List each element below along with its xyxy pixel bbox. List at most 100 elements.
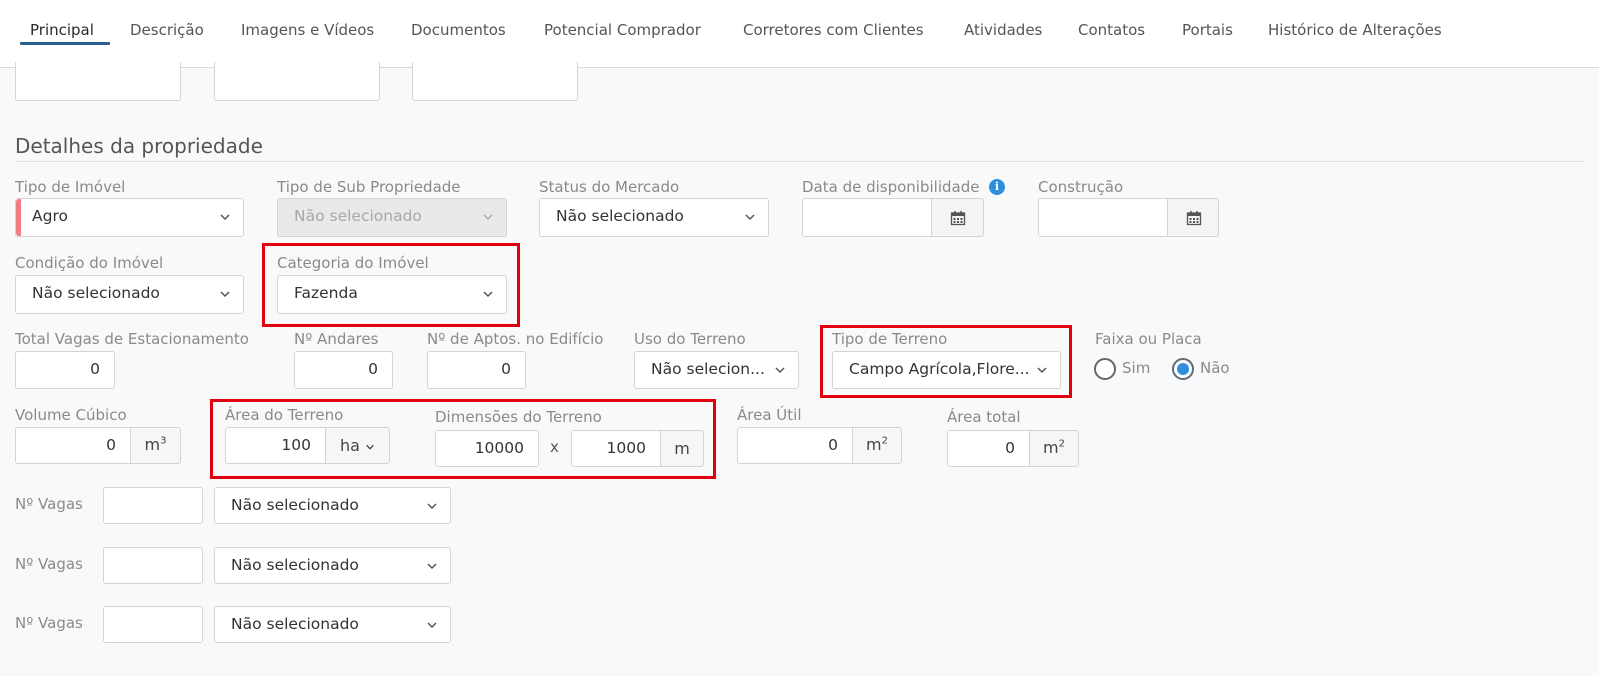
chevron-down-icon xyxy=(220,291,230,298)
chevron-down-icon xyxy=(427,503,437,510)
construcao-input[interactable] xyxy=(1038,198,1168,237)
vagas-select[interactable]: Não selecionado xyxy=(214,547,451,584)
vagas-total-value: 0 xyxy=(90,360,100,378)
andares-input[interactable]: 0 xyxy=(294,351,393,389)
dimensoes-label: Dimensões do Terreno xyxy=(435,408,602,426)
calendar-icon xyxy=(1186,211,1202,226)
area-util-label: Área Útil xyxy=(737,406,802,424)
status-mercado-select[interactable]: Não selecionado xyxy=(539,198,769,237)
vagas-label: Nº Vagas xyxy=(15,495,83,513)
faixa-sim-radio[interactable] xyxy=(1094,358,1116,380)
construcao-label: Construção xyxy=(1038,178,1124,196)
tab-portais[interactable]: Portais xyxy=(1182,21,1233,39)
area-terreno-value: 100 xyxy=(281,436,311,454)
tab-imagens-videos[interactable]: Imagens e Vídeos xyxy=(241,21,374,39)
calendar-icon xyxy=(950,211,966,226)
condicao-value: Não selecionado xyxy=(32,284,160,302)
active-tab-indicator xyxy=(20,42,110,45)
area-total-unit-text: m xyxy=(1043,438,1059,457)
tab-principal[interactable]: Principal xyxy=(30,21,94,39)
area-total-label: Área total xyxy=(947,408,1021,426)
tab-bar: Principal Descrição Imagens e Vídeos Doc… xyxy=(0,0,1599,68)
chevron-down-icon xyxy=(427,622,437,629)
tipo-sub-label: Tipo de Sub Propriedade xyxy=(277,178,461,196)
volume-unit-text: m xyxy=(144,435,161,454)
tab-corretores-clientes[interactable]: Corretores com Clientes xyxy=(743,21,924,39)
area-terreno-label: Área do Terreno xyxy=(225,406,344,424)
faixa-nao-radio[interactable] xyxy=(1172,358,1194,380)
vagas-select[interactable]: Não selecionado xyxy=(214,606,451,643)
chevron-down-icon xyxy=(483,214,493,221)
condicao-label: Condição do Imóvel xyxy=(15,254,164,272)
categoria-select[interactable]: Fazenda xyxy=(277,275,507,314)
dimensoes-a-value: 10000 xyxy=(474,439,524,457)
chevron-down-icon xyxy=(483,291,493,298)
uso-terreno-label: Uso do Terreno xyxy=(634,330,746,348)
status-mercado-label: Status do Mercado xyxy=(539,178,680,196)
volume-unit: m3 xyxy=(130,427,181,464)
tab-historico-alteracoes[interactable]: Histórico de Alterações xyxy=(1268,21,1442,39)
vagas-label: Nº Vagas xyxy=(15,614,83,632)
vagas-select-value: Não selecionado xyxy=(231,496,359,514)
volume-unit-sup: 3 xyxy=(160,435,167,447)
vagas-select-value: Não selecionado xyxy=(231,615,359,633)
uso-terreno-select[interactable]: Não selecion... xyxy=(634,351,799,389)
area-util-unit: m2 xyxy=(852,427,902,464)
section-title: Detalhes da propriedade xyxy=(15,134,263,158)
area-total-value: 0 xyxy=(1005,439,1015,457)
area-total-unit-sup: 2 xyxy=(1058,438,1065,450)
data-disp-label: Data de disponibilidade xyxy=(802,178,980,196)
tipo-imovel-value: Agro xyxy=(32,207,68,225)
area-unit-text: ha xyxy=(339,436,360,455)
volume-label: Volume Cúbico xyxy=(15,406,127,424)
info-icon[interactable]: i xyxy=(989,179,1005,195)
tipo-terreno-select[interactable]: Campo Agrícola,Flore... xyxy=(832,351,1061,389)
tab-atividades[interactable]: Atividades xyxy=(964,21,1042,39)
area-terreno-unit-select[interactable]: ha xyxy=(325,427,390,464)
construcao-calendar-button[interactable] xyxy=(1167,198,1219,237)
tab-potencial-comprador[interactable]: Potencial Comprador xyxy=(544,21,701,39)
vagas-input[interactable] xyxy=(103,547,203,584)
area-util-input[interactable]: 0 xyxy=(737,427,853,464)
data-disp-calendar-button[interactable] xyxy=(931,198,984,237)
faixa-nao-label: Não xyxy=(1200,359,1230,377)
chevron-down-icon xyxy=(220,214,230,221)
vagas-select[interactable]: Não selecionado xyxy=(214,487,451,524)
faixa-sim-label: Sim xyxy=(1122,359,1151,377)
required-marker xyxy=(16,199,21,236)
partial-input-3[interactable] xyxy=(412,62,578,101)
andares-label: Nº Andares xyxy=(294,330,379,348)
tipo-imovel-select[interactable]: Agro xyxy=(15,198,244,237)
vagas-total-input[interactable]: 0 xyxy=(15,351,115,389)
vagas-input[interactable] xyxy=(103,487,203,524)
tab-contatos[interactable]: Contatos xyxy=(1078,21,1145,39)
categoria-value: Fazenda xyxy=(294,284,358,302)
tipo-sub-select[interactable]: Não selecionado xyxy=(277,198,507,237)
partial-input-1[interactable] xyxy=(15,62,181,101)
status-mercado-value: Não selecionado xyxy=(556,207,684,225)
area-util-value: 0 xyxy=(828,436,838,454)
partial-input-2[interactable] xyxy=(214,62,380,101)
aptos-value: 0 xyxy=(501,360,511,378)
tipo-terreno-label: Tipo de Terreno xyxy=(832,330,948,348)
tab-documentos[interactable]: Documentos xyxy=(411,21,506,39)
dimensoes-a-input[interactable]: 10000 xyxy=(435,430,539,467)
area-terreno-input[interactable]: 100 xyxy=(225,427,326,464)
data-disp-input[interactable] xyxy=(802,198,932,237)
chevron-down-icon xyxy=(1037,367,1047,374)
aptos-input[interactable]: 0 xyxy=(427,351,526,389)
dimensoes-unit: m xyxy=(660,430,704,467)
volume-input[interactable]: 0 xyxy=(15,427,131,464)
faixa-label: Faixa ou Placa xyxy=(1095,330,1202,348)
dimensoes-b-input[interactable]: 1000 xyxy=(571,430,661,467)
uso-terreno-value: Não selecion... xyxy=(651,360,765,378)
area-total-input[interactable]: 0 xyxy=(947,430,1030,467)
vagas-input[interactable] xyxy=(103,606,203,643)
tab-descricao[interactable]: Descrição xyxy=(130,21,204,39)
condicao-select[interactable]: Não selecionado xyxy=(15,275,244,314)
section-divider xyxy=(15,161,1585,162)
dimensoes-b-value: 1000 xyxy=(606,439,646,457)
tipo-sub-value: Não selecionado xyxy=(294,207,422,225)
aptos-label: Nº de Aptos. no Edifício xyxy=(427,330,604,348)
chevron-down-icon xyxy=(427,563,437,570)
